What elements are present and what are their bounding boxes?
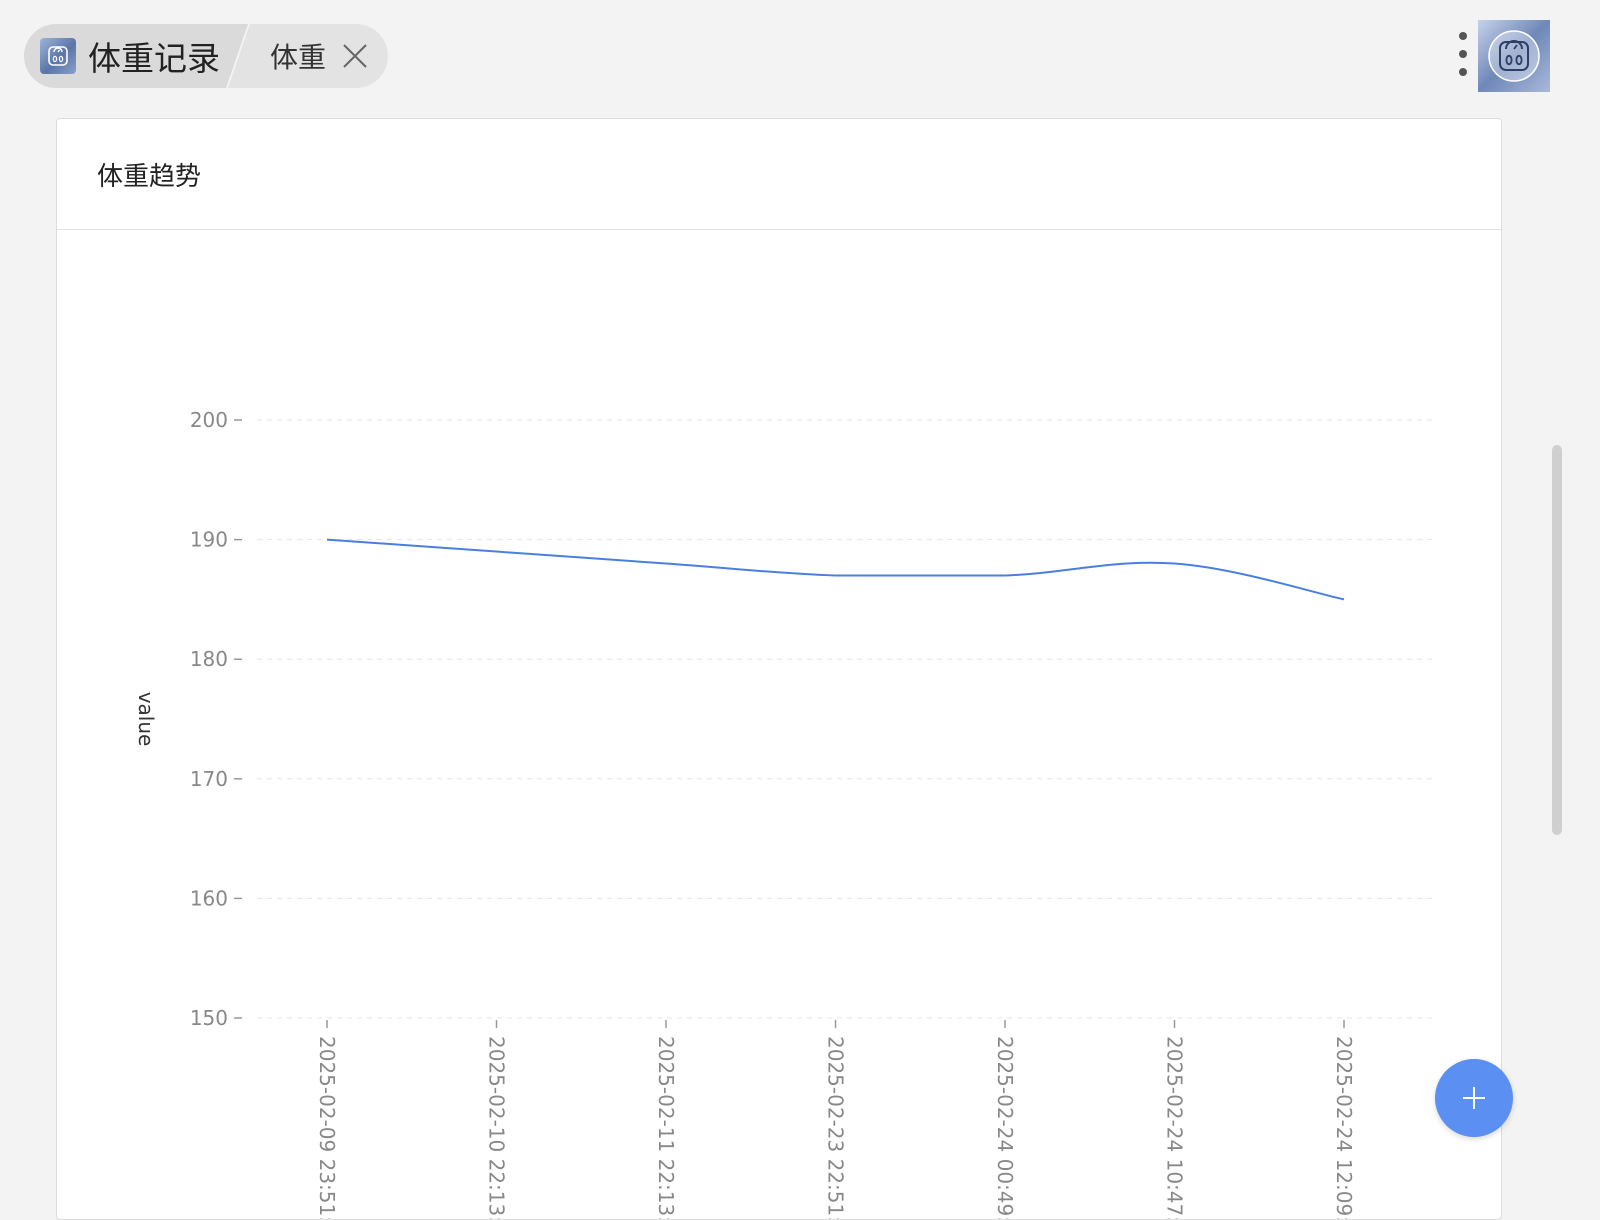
- more-vertical-icon[interactable]: [1455, 32, 1471, 76]
- x-tick-label: 2025-02-09 23:51:54: [315, 1036, 339, 1219]
- y-tick-label: 160: [190, 886, 228, 910]
- data-point: [494, 549, 500, 555]
- x-tick-label: 2025-02-10 22:13:23: [485, 1036, 509, 1219]
- breadcrumb-root-label: 体重记录: [88, 39, 220, 78]
- weight-line-chart: 200 190 180 170 160 150 value 2025-02-09 23:51:…: [134, 408, 1432, 1219]
- card-title: 体重趋势: [97, 161, 202, 192]
- y-tick-label: 170: [190, 767, 228, 791]
- x-tick-label: 2025-02-24 12:09:24: [1332, 1036, 1356, 1219]
- data-point: [1172, 561, 1178, 567]
- plus-icon: [1463, 1087, 1485, 1109]
- data-point: [833, 572, 839, 578]
- data-point: [1341, 596, 1347, 602]
- data-point: [1002, 572, 1008, 578]
- y-axis-label: value: [134, 692, 158, 747]
- y-tick-label: 150: [190, 1006, 228, 1030]
- card-header: 体重趋势: [57, 119, 1501, 230]
- scale-icon: [40, 38, 76, 74]
- y-tick-label: 200: [190, 408, 228, 432]
- x-tick-label: 2025-02-23 22:51:54: [824, 1036, 848, 1219]
- y-tick-label: 190: [190, 528, 228, 552]
- x-tick-label: 2025-02-24 00:49:31: [993, 1036, 1017, 1219]
- breadcrumb-root[interactable]: 体重记录: [24, 24, 248, 88]
- breadcrumb: 体重记录 体重: [24, 24, 389, 88]
- tab-label: 体重: [270, 41, 327, 74]
- series-line: [326, 538, 1345, 601]
- data-point: [663, 561, 669, 567]
- scrollbar[interactable]: [1552, 445, 1562, 835]
- tab-weight[interactable]: 体重: [228, 24, 389, 88]
- avatar[interactable]: [1478, 20, 1550, 92]
- weight-trend-card: 体重趋势 200 190 180 170 160 150 value 2025-02-09 2…: [56, 118, 1502, 1220]
- scale-icon: [1488, 30, 1540, 82]
- close-icon[interactable]: [340, 41, 370, 71]
- y-tick-label: 180: [190, 647, 228, 671]
- top-bar: 体重记录 体重: [0, 0, 1600, 112]
- x-tick-label: 2025-02-11 22:13:23: [654, 1036, 678, 1219]
- data-point: [324, 537, 330, 543]
- add-record-button[interactable]: [1435, 1059, 1513, 1137]
- x-tick-label: 2025-02-24 10:47:45: [1163, 1036, 1187, 1219]
